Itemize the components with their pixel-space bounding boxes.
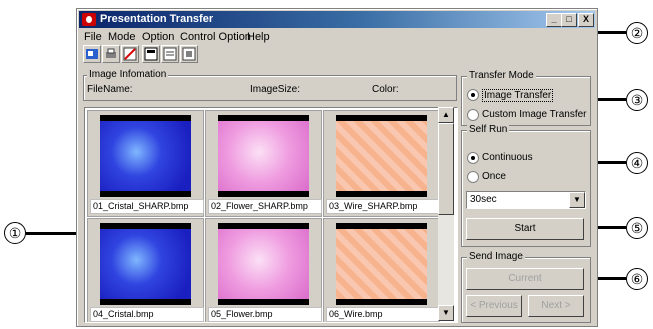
image-information-title: Image Infomation <box>87 69 169 80</box>
list-icon[interactable] <box>161 45 179 63</box>
callout-5: ⑤ <box>626 217 648 239</box>
callout-1: ① <box>4 222 26 244</box>
scroll-up-icon[interactable]: ▲ <box>438 107 454 123</box>
transfer-icon[interactable] <box>83 45 101 63</box>
thumbnail-item[interactable]: 06_Wire.bmp <box>323 218 440 322</box>
interval-select[interactable]: 30sec ▼ <box>466 191 586 209</box>
close-button[interactable]: X <box>578 13 594 27</box>
menu-mode[interactable]: Mode <box>108 31 136 43</box>
transfer-mode-title: Transfer Mode <box>467 70 536 81</box>
minimize-button[interactable]: _ <box>546 13 562 27</box>
previous-button[interactable]: < Previous <box>466 295 522 317</box>
vertical-scrollbar[interactable]: ▲ ▼ <box>438 107 454 321</box>
print-icon[interactable] <box>102 45 120 63</box>
grid-icon[interactable] <box>180 45 198 63</box>
continuous-radio[interactable] <box>467 152 479 164</box>
thumbnail-caption: 04_Cristal.bmp <box>90 307 204 322</box>
chevron-down-icon[interactable]: ▼ <box>569 192 585 208</box>
menu-bar: File Mode Option Control Option Help <box>79 29 595 45</box>
next-button[interactable]: Next > <box>528 295 584 317</box>
window-title: Presentation Transfer <box>100 13 214 25</box>
previous-label: < Previous <box>470 300 518 311</box>
menu-option[interactable]: Option <box>142 31 174 43</box>
interval-value: 30sec <box>470 194 497 205</box>
once-label[interactable]: Once <box>482 171 506 182</box>
menu-help[interactable]: Help <box>247 31 270 43</box>
filename-label: FileName: <box>87 84 133 95</box>
thumbnail-caption: 03_Wire_SHARP.bmp <box>326 199 440 214</box>
self-run-title: Self Run <box>467 124 510 135</box>
app-window: Presentation Transfer _ □ X File Mode Op… <box>76 8 598 327</box>
thumbnail-list[interactable]: 01_Cristal_SHARP.bmp 02_Flower_SHARP.bmp… <box>84 107 458 323</box>
menu-file[interactable]: File <box>84 31 102 43</box>
thumbnail-caption: 01_Cristal_SHARP.bmp <box>90 199 204 214</box>
custom-image-transfer-label[interactable]: Custom Image Transfer <box>482 109 586 120</box>
send-image-title: Send Image <box>467 251 525 262</box>
callout-4: ④ <box>626 152 648 174</box>
next-label: Next > <box>541 300 571 311</box>
thumbnail-item[interactable]: 05_Flower.bmp <box>205 218 322 322</box>
callout-3: ③ <box>626 89 648 111</box>
once-radio[interactable] <box>467 171 479 183</box>
thumbnail-image <box>218 115 309 197</box>
thumbnail-image <box>100 223 191 305</box>
start-button[interactable]: Start <box>466 218 584 240</box>
custom-image-transfer-radio[interactable] <box>467 109 479 121</box>
thumbnail-image <box>100 115 191 197</box>
thumbnail-item[interactable]: 03_Wire_SHARP.bmp <box>323 110 440 217</box>
menu-control-option[interactable]: Control Option <box>180 31 251 43</box>
thumbnail-item[interactable]: 01_Cristal_SHARP.bmp <box>87 110 204 217</box>
slide-icon[interactable] <box>142 45 160 63</box>
thumbnail-caption: 05_Flower.bmp <box>208 307 322 322</box>
thumbnail-image <box>336 115 427 197</box>
thumbnail-item[interactable]: 02_Flower_SHARP.bmp <box>205 110 322 217</box>
thumbnail-item[interactable]: 04_Cristal.bmp <box>87 218 204 322</box>
imagesize-label: ImageSize: <box>250 84 301 95</box>
start-label: Start <box>514 223 536 234</box>
continuous-label[interactable]: Continuous <box>482 152 533 163</box>
maximize-button[interactable]: □ <box>561 13 577 27</box>
image-transfer-label[interactable]: Image Transfer <box>482 89 554 102</box>
app-icon <box>82 13 96 26</box>
thumbnail-image <box>218 223 309 305</box>
edit-icon[interactable] <box>121 45 139 63</box>
thumbnail-caption: 02_Flower_SHARP.bmp <box>208 199 322 214</box>
thumbnail-image <box>336 223 427 305</box>
thumbnail-caption: 06_Wire.bmp <box>326 307 440 322</box>
current-label: Current <box>508 273 542 284</box>
image-transfer-radio[interactable] <box>467 89 479 101</box>
current-button[interactable]: Current <box>466 268 584 290</box>
title-bar[interactable]: Presentation Transfer _ □ X <box>79 11 595 28</box>
scroll-down-icon[interactable]: ▼ <box>438 305 454 321</box>
callout-6: ⑥ <box>626 268 648 290</box>
scroll-thumb[interactable] <box>438 123 454 215</box>
callout-2: ② <box>626 22 648 44</box>
color-label: Color: <box>372 84 399 95</box>
